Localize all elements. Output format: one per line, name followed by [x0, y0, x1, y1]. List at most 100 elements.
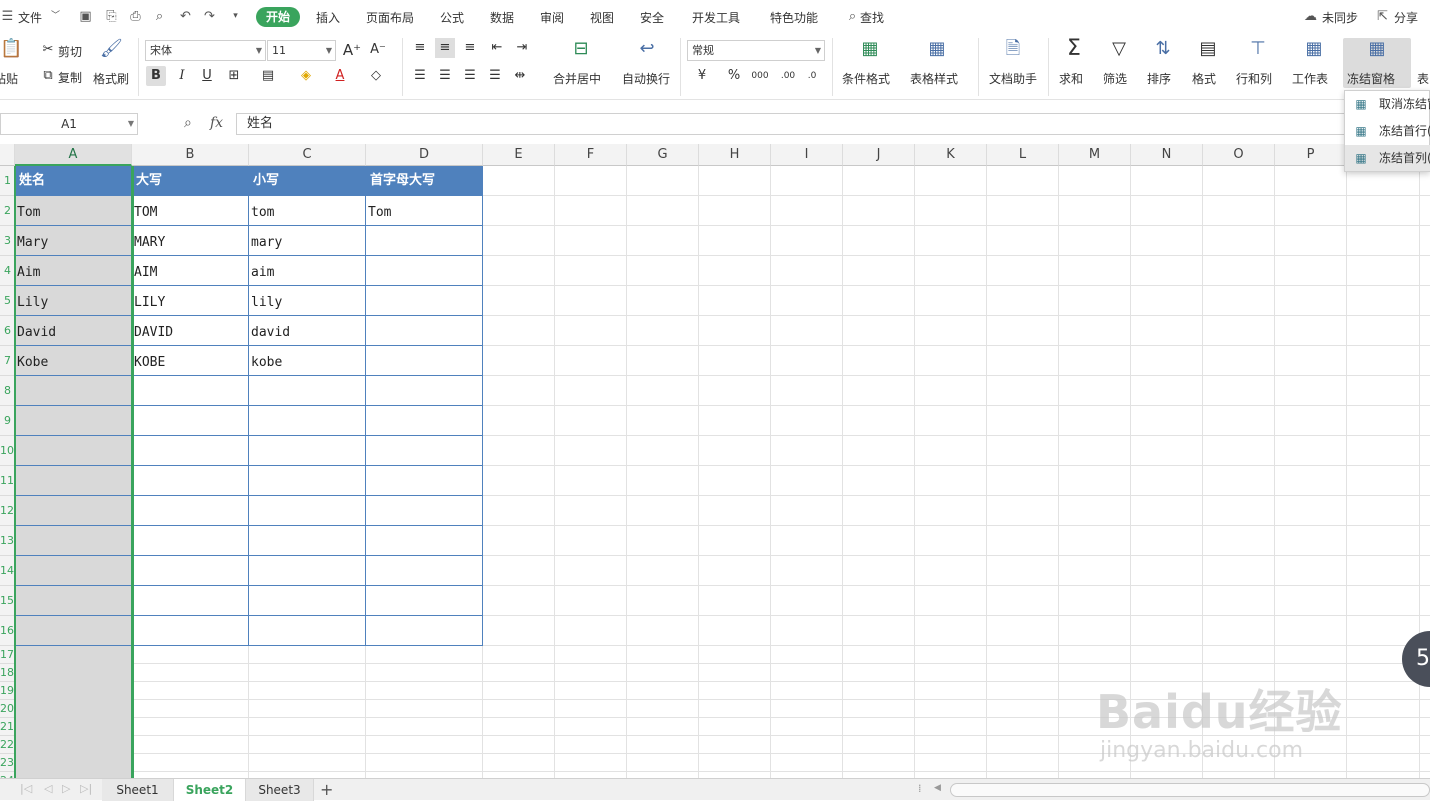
format-icon[interactable]: ▤ — [1195, 38, 1221, 60]
table-cell[interactable]: Mary — [15, 226, 132, 260]
fx-icon[interactable]: fx — [210, 115, 223, 131]
row-header[interactable]: 3 — [0, 226, 15, 256]
row-header[interactable]: 19 — [0, 682, 15, 700]
italic-icon[interactable]: I — [172, 66, 192, 86]
scroll-divider-icon[interactable]: ⁞ — [918, 782, 922, 795]
row-header[interactable]: 17 — [0, 646, 15, 664]
currency-icon[interactable]: ¥ — [692, 66, 712, 86]
decrease-decimal-icon[interactable]: .0 — [802, 66, 822, 86]
distribute-icon[interactable]: ⇹ — [510, 66, 530, 86]
row-col-icon[interactable]: ⊤ — [1245, 38, 1271, 60]
select-all-corner[interactable] — [0, 144, 15, 166]
tab-insert[interactable]: 插入 — [316, 9, 340, 26]
percent-icon[interactable]: % — [724, 66, 744, 86]
table-header-cell[interactable]: 首字母大写 — [366, 166, 483, 196]
table-cell[interactable]: lily — [249, 286, 366, 320]
row-header[interactable]: 10 — [0, 436, 15, 466]
format-painter-icon[interactable]: 🖌 — [100, 38, 123, 60]
filter-button[interactable]: 筛选 — [1103, 70, 1127, 87]
sync-status[interactable]: 未同步 — [1322, 9, 1358, 26]
underline-icon[interactable]: U — [197, 66, 217, 86]
chevron-down-icon[interactable]: ﹀ — [48, 9, 63, 24]
table-cell[interactable]: Lily — [15, 286, 132, 320]
table-cell[interactable]: mary — [249, 226, 366, 260]
tab-special-features[interactable]: 特色功能 — [770, 9, 818, 26]
table-cell[interactable]: Tom — [366, 196, 483, 230]
number-format-select[interactable]: 常规 ▼ — [687, 40, 825, 61]
font-size-select[interactable]: 11 ▼ — [267, 40, 336, 61]
sort-button[interactable]: 排序 — [1147, 70, 1171, 87]
next-sheet-icon[interactable]: ▷ — [62, 782, 70, 795]
sort-icon[interactable]: ⇅ — [1150, 38, 1176, 60]
row-header[interactable]: 9 — [0, 406, 15, 436]
table-cell[interactable]: DAVID — [132, 316, 249, 350]
table-cell[interactable]: KOBE — [132, 346, 249, 380]
scroll-left-icon[interactable]: ◀ — [934, 783, 941, 793]
row-header[interactable]: 11 — [0, 466, 15, 496]
filter-icon[interactable]: ▽ — [1106, 38, 1132, 60]
conditional-format-icon[interactable]: ▦ — [857, 38, 883, 60]
paste-icon[interactable]: 📋 — [0, 38, 22, 60]
table-style-icon[interactable]: ▦ — [924, 38, 950, 60]
file-menu[interactable]: 文件 — [18, 9, 42, 26]
column-header-k[interactable]: K — [915, 144, 987, 166]
column-header-g[interactable]: G — [627, 144, 699, 166]
row-header[interactable]: 13 — [0, 526, 15, 556]
row-header[interactable]: 22 — [0, 736, 15, 754]
menu-item-unfreeze[interactable]: ▦ 取消冻结窗格 — [1345, 91, 1430, 117]
indent-increase-icon[interactable]: ⇥ — [512, 38, 532, 58]
bold-icon[interactable]: B — [146, 66, 166, 86]
tab-security[interactable]: 安全 — [640, 9, 664, 26]
row-header[interactable]: 23 — [0, 754, 15, 772]
print-icon[interactable]: ⎙ — [128, 9, 143, 24]
name-box[interactable]: A1 ▼ — [0, 113, 138, 135]
add-sheet-icon[interactable]: + — [320, 780, 333, 799]
tab-review[interactable]: 审阅 — [540, 9, 564, 26]
table-cell[interactable]: david — [249, 316, 366, 350]
row-header[interactable]: 1 — [0, 166, 15, 196]
tab-data[interactable]: 数据 — [490, 9, 514, 26]
table-cell[interactable]: MARY — [132, 226, 249, 260]
tab-page-layout[interactable]: 页面布局 — [366, 9, 414, 26]
table-cell[interactable]: David — [15, 316, 132, 350]
column-header-l[interactable]: L — [987, 144, 1059, 166]
thousands-separator-icon[interactable]: 000 — [750, 66, 770, 86]
format-button[interactable]: 格式 — [1192, 70, 1216, 87]
wrap-text-icon[interactable]: ↩ — [634, 38, 660, 60]
customize-icon[interactable]: ▾ — [228, 9, 243, 24]
tab-formulas[interactable]: 公式 — [440, 9, 464, 26]
row-header[interactable]: 18 — [0, 664, 15, 682]
row-header[interactable]: 14 — [0, 556, 15, 586]
column-header-m[interactable]: M — [1059, 144, 1131, 166]
sheet-tab-2[interactable]: Sheet2 — [174, 779, 246, 801]
column-header-n[interactable]: N — [1131, 144, 1203, 166]
column-header-b[interactable]: B — [132, 144, 249, 166]
justify-icon[interactable]: ☰ — [485, 66, 505, 86]
font-name-select[interactable]: 宋体 ▼ — [145, 40, 266, 61]
fill-color-icon[interactable]: ◈ — [296, 66, 316, 86]
tab-developer[interactable]: 开发工具 — [692, 9, 740, 26]
align-center-icon[interactable]: ☰ — [435, 66, 455, 86]
doc-helper-button[interactable]: 文档助手 — [989, 70, 1037, 87]
format-painter-button[interactable]: 格式刷 — [93, 70, 129, 87]
last-sheet-icon[interactable]: ▷| — [80, 782, 92, 795]
sheet-tab-3[interactable]: Sheet3 — [246, 779, 314, 801]
border-icon[interactable]: ⊞ — [224, 66, 244, 86]
zoom-icon[interactable]: ⌕ — [184, 115, 192, 131]
menu-item-freeze-first-row[interactable]: ▦ 冻结首行(R) — [1345, 118, 1430, 144]
search-icon[interactable]: ⌕ — [845, 9, 860, 24]
table-cell[interactable]: Aim — [15, 256, 132, 290]
table-cell[interactable]: TOM — [132, 196, 249, 230]
row-header[interactable]: 5 — [0, 286, 15, 316]
column-header-c[interactable]: C — [249, 144, 366, 166]
row-col-button[interactable]: 行和列 — [1236, 70, 1272, 87]
merge-center-icon[interactable]: ⊟ — [568, 38, 594, 60]
column-header-d[interactable]: D — [366, 144, 483, 166]
indent-decrease-icon[interactable]: ⇤ — [487, 38, 507, 58]
sheet-tab-1[interactable]: Sheet1 — [102, 779, 174, 801]
merge-center-button[interactable]: 合并居中 — [553, 70, 601, 87]
row-header[interactable]: 21 — [0, 718, 15, 736]
row-header[interactable]: 4 — [0, 256, 15, 286]
copy-icon[interactable]: ⧉ — [38, 66, 58, 86]
prev-sheet-icon[interactable]: ◁ — [44, 782, 52, 795]
